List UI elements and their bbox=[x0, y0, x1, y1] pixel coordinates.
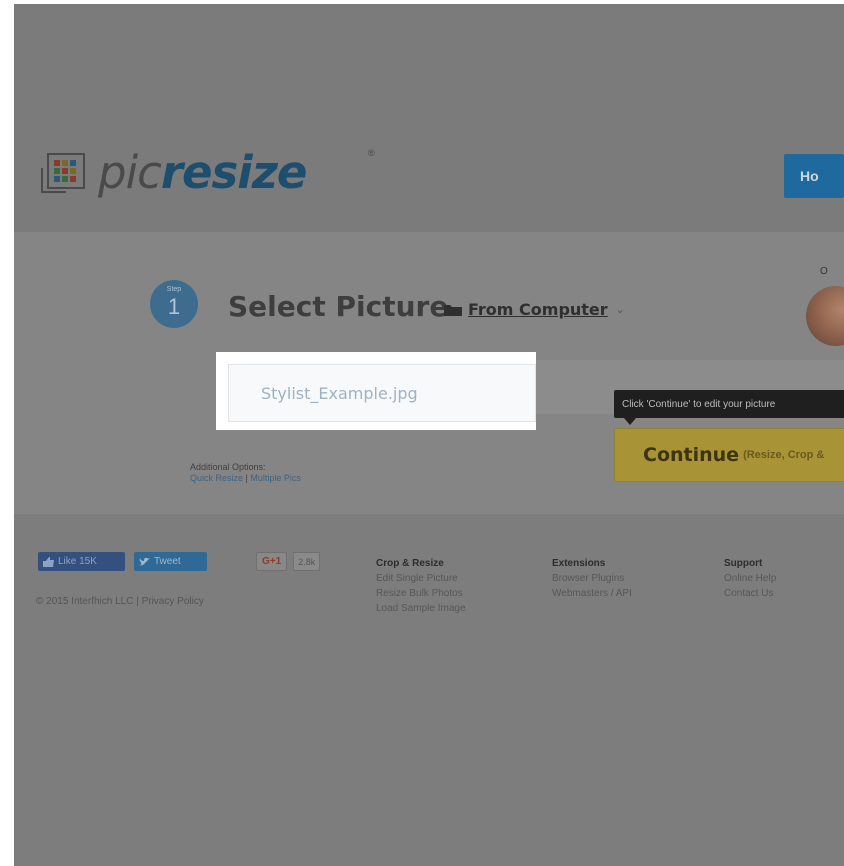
footer-heading: Crop & Resize bbox=[376, 558, 444, 569]
copyright-text: © 2015 Interfhich LLC | Privacy Policy bbox=[36, 596, 204, 607]
step-badge-number: 1 bbox=[167, 294, 181, 319]
file-input[interactable]: Stylist_Example.jpg bbox=[228, 364, 536, 422]
logo-text-resize: resize bbox=[160, 145, 308, 199]
google-plus-count: 2.8k bbox=[293, 552, 321, 571]
registered-mark: ® bbox=[368, 148, 375, 158]
footer-heading: Extensions bbox=[552, 558, 606, 569]
quick-resize-link[interactable]: Quick Resize bbox=[190, 473, 243, 483]
twitter-bird-icon bbox=[139, 557, 150, 565]
continue-button-label: Continue bbox=[643, 444, 740, 466]
contact-us-link[interactable]: Contact Us bbox=[724, 586, 776, 601]
footer-column-extensions: Extensions Browser Plugins Webmasters / … bbox=[552, 556, 632, 601]
google-plus-button[interactable]: G+1 bbox=[256, 552, 288, 571]
additional-options-links: Quick Resize | Multiple Pics bbox=[190, 473, 301, 484]
webmasters-api-link[interactable]: Webmasters / API bbox=[552, 586, 632, 601]
picresize-logo[interactable]: picresize ® bbox=[38, 140, 375, 204]
continue-button-sublabel: (Resize, Crop & bbox=[743, 449, 825, 461]
tweet-label: Tweet bbox=[154, 556, 181, 567]
online-help-link[interactable]: Online Help bbox=[724, 571, 776, 586]
facebook-like-button[interactable]: Like 15K bbox=[38, 552, 125, 571]
logo-mark-icon bbox=[41, 153, 85, 193]
folder-icon bbox=[444, 304, 462, 316]
logo-text-pic: pic bbox=[98, 145, 162, 199]
load-sample-image-link[interactable]: Load Sample Image bbox=[376, 601, 466, 616]
facebook-like-label: Like 15K bbox=[58, 556, 97, 567]
thumbs-up-icon bbox=[43, 556, 54, 567]
continue-tooltip: Click 'Continue' to edit your picture bbox=[614, 390, 844, 418]
source-dropdown[interactable]: From Computer ⌄ bbox=[444, 300, 625, 319]
tooltip-arrow bbox=[624, 418, 636, 425]
step-badge-word: Step bbox=[166, 286, 182, 293]
step-badge: Step 1 bbox=[150, 280, 198, 328]
footer-heading: Support bbox=[724, 558, 763, 569]
additional-options-label: Additional Options: bbox=[190, 462, 266, 472]
additional-options: Additional Options: Quick Resize | Multi… bbox=[190, 462, 301, 484]
resize-bulk-photos-link[interactable]: Resize Bulk Photos bbox=[376, 586, 466, 601]
multiple-pics-link[interactable]: Multiple Pics bbox=[250, 473, 301, 483]
link-separator: | bbox=[245, 473, 248, 483]
google-plus-widget: G+1 2.8k bbox=[256, 552, 321, 571]
edit-single-picture-link[interactable]: Edit Single Picture bbox=[376, 571, 466, 586]
step-title: Select Picture bbox=[228, 290, 449, 323]
continue-button[interactable]: Continue (Resize, Crop & bbox=[614, 428, 844, 482]
browser-plugins-link[interactable]: Browser Plugins bbox=[552, 571, 632, 586]
footer-column-crop-resize: Crop & Resize Edit Single Picture Resize… bbox=[376, 556, 466, 616]
chevron-down-icon: ⌄ bbox=[615, 304, 625, 316]
tweet-button[interactable]: Tweet bbox=[134, 552, 207, 571]
or-label: O bbox=[820, 266, 828, 277]
footer-column-support: Support Online Help Contact Us bbox=[724, 556, 776, 601]
source-dropdown-label: From Computer bbox=[468, 300, 608, 319]
logo-text: picresize bbox=[98, 150, 307, 195]
home-button[interactable]: Ho bbox=[784, 154, 844, 198]
